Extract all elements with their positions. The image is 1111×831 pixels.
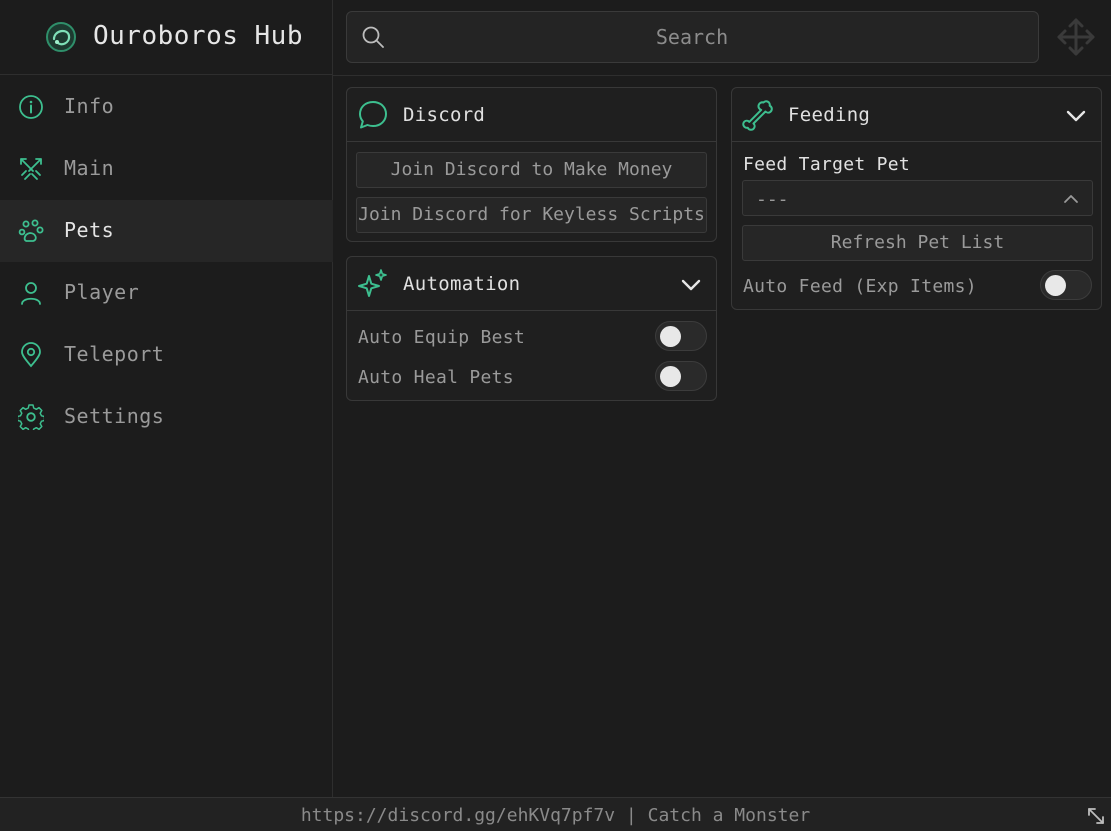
search-icon xyxy=(362,26,384,48)
map-pin-icon xyxy=(21,342,41,368)
user-icon xyxy=(21,282,41,305)
info-icon xyxy=(19,95,43,119)
discord-panel: Discord Join Discord to Make Money Join … xyxy=(346,87,717,242)
search-bar[interactable] xyxy=(346,11,1039,63)
sidebar-item-label: Player xyxy=(64,280,140,304)
toggle-knob xyxy=(660,366,681,387)
sidebar-item-settings[interactable]: Settings xyxy=(0,386,333,448)
footer-text: https://discord.gg/ehKVq7pf7v | Catch a … xyxy=(300,805,811,826)
auto-equip-best-label: Auto Equip Best xyxy=(358,327,526,348)
search-input[interactable] xyxy=(397,24,987,50)
join-discord-money-button[interactable]: Join Discord to Make Money xyxy=(356,152,707,188)
feed-target-pet-value: --- xyxy=(756,189,789,210)
feed-target-pet-select[interactable]: --- xyxy=(742,180,1093,216)
brand-header: Ouroboros Hub xyxy=(0,0,333,75)
sidebar-item-label: Pets xyxy=(64,218,115,242)
sidebar-item-info[interactable]: Info xyxy=(0,76,333,138)
automation-panel-title: Automation xyxy=(403,273,521,295)
automation-panel: Automation Auto Equip Best Auto Heal Pet… xyxy=(346,256,717,401)
sidebar-item-label: Settings xyxy=(64,404,165,428)
auto-feed-label: Auto Feed (Exp Items) xyxy=(743,276,977,297)
bone-icon xyxy=(742,100,773,131)
auto-feed-toggle[interactable] xyxy=(1040,270,1092,300)
sidebar-item-label: Main xyxy=(64,156,115,180)
resize-handle-icon[interactable] xyxy=(1086,806,1106,826)
sidebar-item-label: Info xyxy=(64,94,115,118)
auto-equip-best-toggle[interactable] xyxy=(655,321,707,351)
feed-target-pet-label: Feed Target Pet xyxy=(743,154,911,175)
chevron-down-icon[interactable] xyxy=(1065,105,1087,127)
chevron-down-icon[interactable] xyxy=(680,274,702,296)
discord-panel-header: Discord xyxy=(347,88,716,142)
hub-window: Ouroboros Hub Info Main Pets Player Tele… xyxy=(0,0,1111,831)
discord-panel-title: Discord xyxy=(403,104,486,126)
crossed-swords-icon xyxy=(20,158,42,180)
refresh-pet-list-button[interactable]: Refresh Pet List xyxy=(742,225,1093,261)
sidebar-item-teleport[interactable]: Teleport xyxy=(0,324,333,386)
auto-heal-pets-label: Auto Heal Pets xyxy=(358,367,514,388)
move-drag-icon[interactable] xyxy=(1055,16,1097,58)
join-discord-keyless-button[interactable]: Join Discord for Keyless Scripts xyxy=(356,197,707,233)
gear-icon xyxy=(18,404,44,430)
toggle-knob xyxy=(1045,275,1066,296)
topbar-divider xyxy=(333,75,1111,76)
chat-bubble-icon xyxy=(359,101,387,129)
automation-panel-header[interactable]: Automation xyxy=(347,257,716,311)
sparkles-icon xyxy=(358,269,387,297)
feeding-panel-header[interactable]: Feeding xyxy=(732,88,1101,142)
toggle-knob xyxy=(660,326,681,347)
sidebar-item-main[interactable]: Main xyxy=(0,138,333,200)
feeding-panel-title: Feeding xyxy=(788,104,871,126)
sidebar: Ouroboros Hub Info Main Pets Player Tele… xyxy=(0,0,333,797)
auto-heal-pets-toggle[interactable] xyxy=(655,361,707,391)
feeding-panel: Feeding Feed Target Pet --- Refresh Pet … xyxy=(731,87,1102,310)
sidebar-item-pets[interactable]: Pets xyxy=(0,200,333,262)
chevron-up-icon xyxy=(1064,195,1078,203)
sidebar-item-label: Teleport xyxy=(64,342,165,366)
sidebar-item-player[interactable]: Player xyxy=(0,262,333,324)
app-title: Ouroboros Hub xyxy=(93,21,303,51)
footer-bar: https://discord.gg/ehKVq7pf7v | Catch a … xyxy=(0,797,1111,831)
ouroboros-logo-icon xyxy=(46,22,76,52)
paw-icon xyxy=(18,219,44,242)
